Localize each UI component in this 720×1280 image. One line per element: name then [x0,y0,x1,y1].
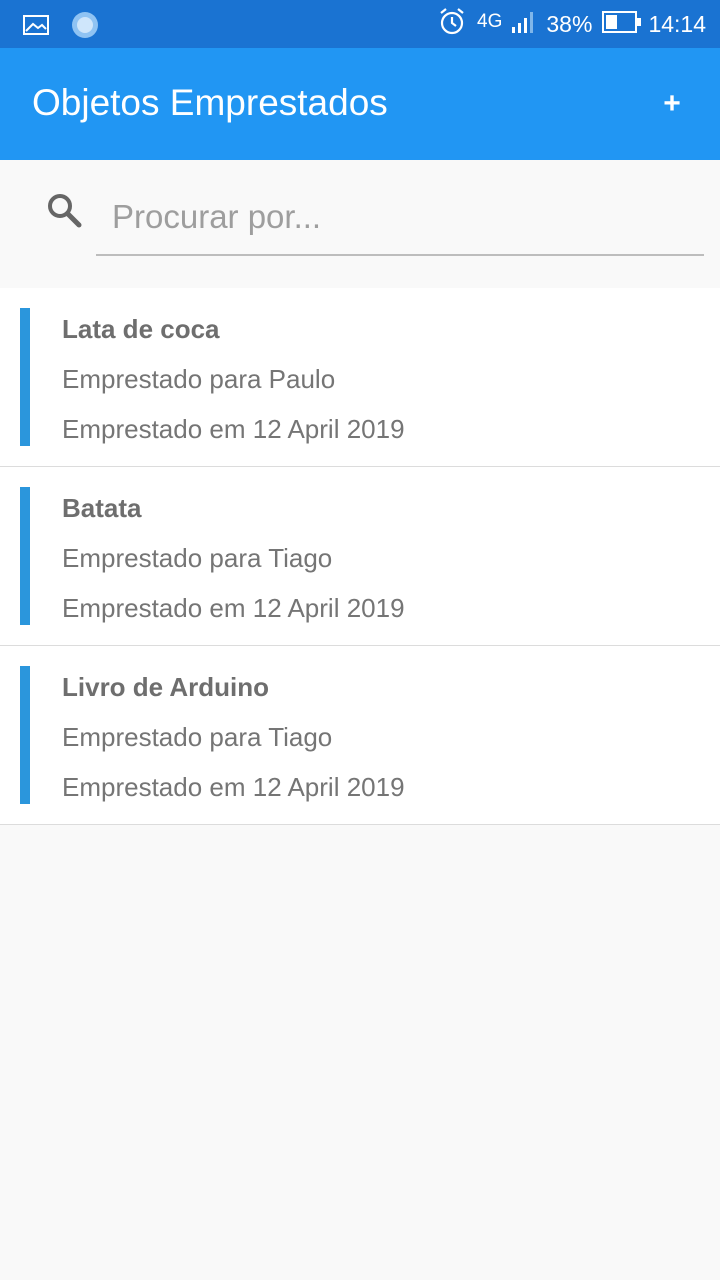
status-right: 4G 38% 14:14 [437,0,706,48]
alarm-icon [437,7,467,42]
accent-bar [20,666,30,804]
item-title: Livro de Arduino [62,672,270,702]
item-lent-date: Emprestado em 12 April 2019 [62,414,405,444]
list-item[interactable]: Lata de coca Emprestado para Paulo Empre… [0,288,720,467]
battery-percent: 38% [546,10,593,37]
accent-bar [20,487,30,625]
item-title: Batata [62,493,142,523]
item-lent-to: Emprestado para Paulo [62,364,336,394]
list-item[interactable]: Batata Emprestado para Tiago Emprestado … [0,467,720,646]
battery-icon [602,10,642,39]
search-icon [44,190,84,230]
app-bar: Objetos Emprestados + [0,48,720,160]
item-lent-to: Emprestado para Tiago [62,722,333,752]
clock: 14:14 [648,10,706,37]
item-title: Lata de coca [62,314,220,344]
item-lent-date: Emprestado em 12 April 2019 [62,772,405,802]
image-icon [22,13,50,42]
search-bar [0,160,720,288]
item-lent-to: Emprestado para Tiago [62,543,333,573]
add-button[interactable]: + [652,78,692,130]
status-bar: 4G 38% 14:14 [0,0,720,48]
network-type: 4G [477,11,503,32]
loading-icon [70,10,100,45]
list-item[interactable]: Livro de Arduino Emprestado para Tiago E… [0,646,720,825]
loan-list: Lata de coca Emprestado para Paulo Empre… [0,288,720,825]
status-left [22,10,100,45]
page-title: Objetos Emprestados [32,82,388,123]
item-lent-date: Emprestado em 12 April 2019 [62,593,405,623]
signal-icon [510,9,538,40]
search-input[interactable] [96,180,704,256]
accent-bar [20,308,30,446]
